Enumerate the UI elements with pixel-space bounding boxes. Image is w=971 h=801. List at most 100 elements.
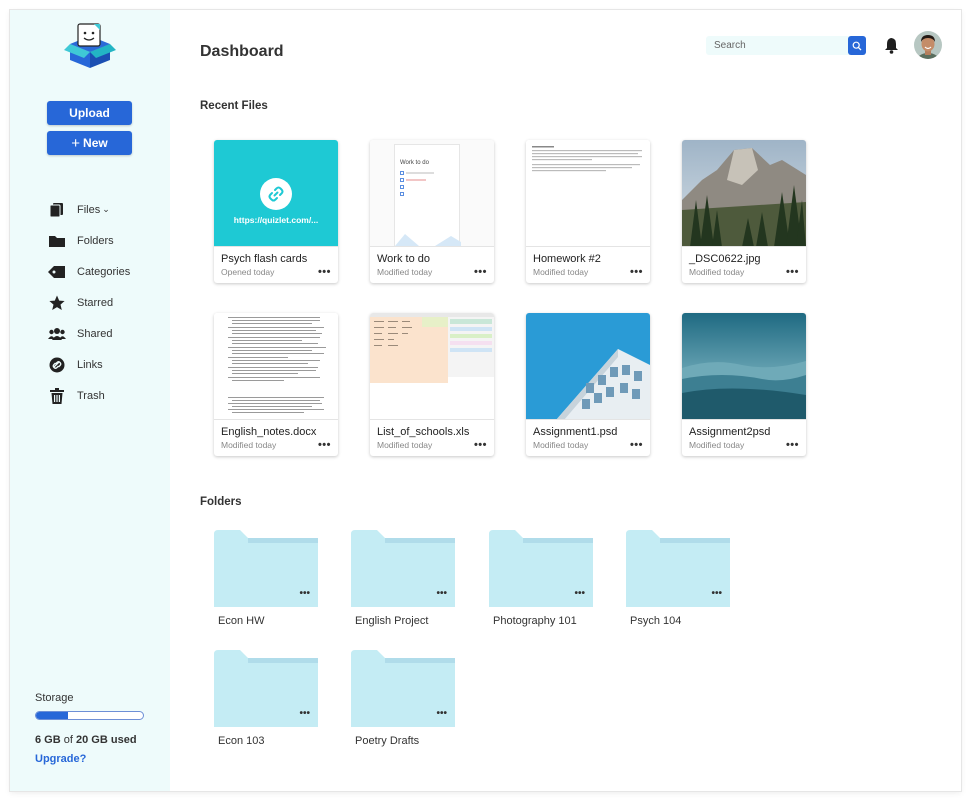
file-thumbnail: https://quizlet.com/...	[214, 140, 338, 247]
more-options-icon[interactable]: •••	[630, 267, 643, 278]
file-meta: Modified today	[377, 267, 433, 277]
more-options-icon[interactable]: •••	[711, 589, 722, 599]
more-options-icon[interactable]: •••	[299, 589, 310, 599]
file-card[interactable]: https://quizlet.com/... Psych flash card…	[214, 140, 338, 283]
document-preview	[532, 146, 642, 172]
app-logo[interactable]	[64, 22, 116, 70]
folder-tile[interactable]: ••• Poetry Drafts	[351, 650, 455, 747]
more-options-icon[interactable]: •••	[786, 267, 799, 278]
link-icon	[48, 356, 66, 374]
preview-title: Work to do	[400, 160, 429, 166]
file-meta: Opened today	[221, 267, 275, 277]
link-icon	[260, 178, 292, 210]
more-options-icon[interactable]: •••	[318, 267, 331, 278]
search-input[interactable]	[706, 36, 848, 55]
file-name: List_of_schools.xls	[377, 426, 470, 438]
upgrade-link[interactable]: Upgrade?	[35, 753, 150, 765]
trash-icon	[48, 387, 66, 405]
file-meta: Modified today	[221, 440, 277, 450]
storage-total-value: 20 GB	[76, 734, 108, 746]
file-card[interactable]: List_of_schools.xls Modified today •••	[370, 313, 494, 456]
folder-icon	[48, 232, 66, 250]
file-name: Assignment1.psd	[533, 426, 618, 438]
search-icon	[852, 41, 862, 50]
folder-icon: •••	[489, 530, 593, 607]
storage-suffix-text: used	[110, 734, 137, 746]
more-options-icon[interactable]: •••	[474, 267, 487, 278]
file-card[interactable]: Work to do Work to do Modified today •••	[370, 140, 494, 283]
files-icon	[48, 201, 66, 219]
bell-icon[interactable]	[883, 37, 900, 54]
more-options-icon[interactable]: •••	[574, 589, 585, 599]
sidebar-item-label: Categories	[77, 265, 131, 278]
sidebar-nav: Files ⌄ Folders Categories Starred Share…	[48, 194, 158, 411]
file-meta: Modified today	[533, 440, 589, 450]
sidebar-item-folders[interactable]: Folders	[48, 225, 158, 256]
file-card[interactable]: Assignment1.psd Modified today •••	[526, 313, 650, 456]
sidebar-item-files[interactable]: Files ⌄	[48, 194, 158, 225]
thumbnail-url-text: https://quizlet.com/...	[233, 215, 319, 225]
file-name: _DSC0622.jpg	[689, 253, 761, 265]
star-icon	[48, 294, 66, 312]
more-options-icon[interactable]: •••	[474, 440, 487, 451]
file-name: Assignment2psd	[689, 426, 771, 438]
new-button[interactable]: + New	[47, 131, 132, 155]
file-name: English_notes.docx	[221, 426, 317, 438]
sidebar-item-categories[interactable]: Categories	[48, 256, 158, 287]
sidebar-item-links[interactable]: Links	[48, 349, 158, 380]
file-thumbnail	[682, 313, 806, 420]
file-card[interactable]: English_notes.docx Modified today •••	[214, 313, 338, 456]
storage-used-value: 6 GB	[35, 734, 61, 746]
upload-button[interactable]: Upload	[47, 101, 132, 125]
sidebar-item-label: Links	[77, 358, 103, 371]
tag-icon	[48, 263, 66, 281]
folder-name: Econ HW	[218, 615, 265, 627]
file-meta: Modified today	[689, 267, 745, 277]
file-thumbnail: Work to do	[370, 140, 494, 247]
folder-tile[interactable]: ••• Econ 103	[214, 650, 318, 747]
folder-icon: •••	[214, 530, 318, 607]
sidebar-item-label: Files	[77, 203, 101, 216]
people-icon	[48, 325, 66, 343]
file-thumbnail	[526, 313, 650, 420]
more-options-icon[interactable]: •••	[318, 440, 331, 451]
sidebar-item-shared[interactable]: Shared	[48, 318, 158, 349]
storage-progress-fill	[36, 712, 69, 719]
folder-icon: •••	[351, 650, 455, 727]
spreadsheet-preview	[370, 313, 494, 383]
sidebar-item-trash[interactable]: Trash	[48, 380, 158, 411]
file-name: Homework #2	[533, 253, 601, 265]
file-thumbnail	[214, 313, 338, 420]
chevron-down-icon: ⌄	[102, 204, 110, 214]
page-title: Dashboard	[200, 43, 284, 60]
folder-icon: •••	[214, 650, 318, 727]
avatar[interactable]	[914, 31, 942, 59]
recent-files-heading: Recent Files	[200, 100, 268, 112]
file-meta: Modified today	[689, 440, 745, 450]
more-options-icon[interactable]: •••	[299, 709, 310, 719]
more-options-icon[interactable]: •••	[436, 589, 447, 599]
file-card[interactable]: Homework #2 Modified today •••	[526, 140, 650, 283]
folder-name: Psych 104	[630, 615, 682, 627]
folder-name: English Project	[355, 615, 429, 627]
search-bar	[706, 36, 866, 55]
more-options-icon[interactable]: •••	[786, 440, 799, 451]
folder-tile[interactable]: ••• Psych 104	[626, 530, 730, 627]
more-options-icon[interactable]: •••	[436, 709, 447, 719]
storage-panel: Storage 6 GB of 20 GB used Upgrade?	[35, 692, 150, 765]
sidebar-item-label: Shared	[77, 327, 113, 340]
storage-usage-text: 6 GB of 20 GB used	[35, 734, 150, 746]
file-card[interactable]: _DSC0622.jpg Modified today •••	[682, 140, 806, 283]
more-options-icon[interactable]: •••	[630, 440, 643, 451]
search-button[interactable]	[848, 36, 866, 55]
folder-tile[interactable]: ••• Photography 101	[489, 530, 593, 627]
folder-name: Poetry Drafts	[355, 735, 420, 747]
sidebar-item-label: Starred	[77, 296, 114, 309]
file-thumbnail	[526, 140, 650, 247]
file-card[interactable]: Assignment2psd Modified today •••	[682, 313, 806, 456]
folder-tile[interactable]: ••• English Project	[351, 530, 455, 627]
folder-tile[interactable]: ••• Econ HW	[214, 530, 318, 627]
upload-button-label: Upload	[69, 106, 110, 120]
sidebar-item-starred[interactable]: Starred	[48, 287, 158, 318]
building-photo	[526, 313, 650, 419]
